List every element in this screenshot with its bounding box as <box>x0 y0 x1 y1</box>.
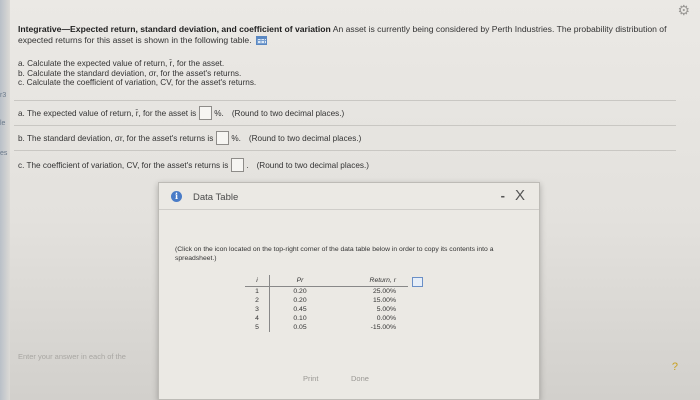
question-c-unit: . <box>246 160 249 170</box>
table-row: 3 0.45 5.00% <box>245 305 408 314</box>
minimize-button[interactable]: - <box>501 188 505 203</box>
question-a-hint: (Round to two decimal places.) <box>231 108 345 118</box>
divider <box>14 100 676 101</box>
cell-return: 25.00% <box>372 288 396 295</box>
divider <box>14 150 676 151</box>
cell-return: 0.00% <box>376 315 396 322</box>
cell-index: 2 <box>245 296 270 305</box>
screen: r3 le es ⚙ Integrative—Expected return, … <box>0 0 700 400</box>
table-row: 2 0.20 15.00% <box>245 296 408 305</box>
question-b-hint: (Round to two decimal places.) <box>248 133 362 143</box>
question-a-label: a. The expected value of return, r̄, for… <box>18 108 197 118</box>
info-icon: i <box>171 191 182 202</box>
cell-probability: 0.05 <box>293 324 307 331</box>
question-a-row: a. The expected value of return, r̄, for… <box>18 106 344 120</box>
dialog-instructions: (Click on the icon located on the top-ri… <box>175 246 494 262</box>
left-edge-strip: r3 le es <box>0 0 10 400</box>
edge-mark: es <box>0 150 8 157</box>
print-button[interactable]: Print <box>303 374 318 383</box>
enter-answer-note: Enter your answer in each of the <box>18 352 126 361</box>
task-list: a. Calculate the expected value of retur… <box>18 59 256 88</box>
question-c-label: c. The coefficient of variation, CV, for… <box>18 160 229 170</box>
question-c-hint: (Round to two decimal places.) <box>256 160 369 170</box>
edge-mark: le <box>0 120 6 127</box>
data-table: i Pr Return, r 1 0.20 25.00% 2 0.20 15.0… <box>245 275 408 332</box>
cell-probability: 0.20 <box>293 288 307 295</box>
help-icon[interactable]: ? <box>672 361 678 373</box>
question-b-row: b. The standard deviation, σr, for the a… <box>18 131 361 145</box>
cell-probability: 0.10 <box>293 315 307 322</box>
cell-probability: 0.20 <box>293 297 307 304</box>
task-b: b. Calculate the standard deviation, σr,… <box>18 68 242 78</box>
answer-b-input[interactable] <box>216 131 230 145</box>
answer-c-input[interactable] <box>231 158 245 172</box>
data-table-dialog: i Data Table - X (Click on the icon loca… <box>158 182 540 400</box>
question-title-bold: Integrative—Expected return, standard de… <box>18 24 331 34</box>
divider <box>14 125 676 126</box>
edge-mark: r3 <box>0 92 7 99</box>
column-header-return: Return, r <box>330 275 408 287</box>
done-button[interactable]: Done <box>351 374 369 383</box>
table-icon[interactable] <box>255 36 267 46</box>
question-b-label: b. The standard deviation, σr, for the a… <box>18 133 214 143</box>
table-row: 5 0.05 -15.00% <box>245 323 408 332</box>
dialog-title: Data Table <box>193 192 239 203</box>
question-c-row: c. The coefficient of variation, CV, for… <box>18 158 369 172</box>
table-header-row: i Pr Return, r <box>245 275 408 287</box>
question-title: Integrative—Expected return, standard de… <box>18 24 690 46</box>
question-b-unit: %. <box>231 133 241 143</box>
answer-a-input[interactable] <box>199 106 213 120</box>
question-a-unit: %. <box>214 108 224 118</box>
cell-index: 4 <box>245 314 270 323</box>
cell-return: 15.00% <box>372 297 396 304</box>
table-row: 1 0.20 25.00% <box>245 286 408 296</box>
dialog-header: i Data Table - X <box>159 183 539 210</box>
cell-index: 3 <box>245 305 270 314</box>
cell-return: -15.00% <box>370 324 396 331</box>
cell-index: 1 <box>245 286 270 296</box>
close-button[interactable]: X <box>515 187 525 204</box>
column-header-pr: Pr <box>269 275 330 287</box>
cell-return: 5.00% <box>376 306 396 313</box>
task-c: c. Calculate the coefficient of variatio… <box>18 78 257 88</box>
column-header-i: i <box>245 275 270 287</box>
task-a: a. Calculate the expected value of retur… <box>18 59 225 68</box>
gear-icon[interactable]: ⚙ <box>677 2 690 19</box>
table-row: 4 0.10 0.00% <box>245 314 408 323</box>
cell-index: 5 <box>245 323 270 332</box>
cell-probability: 0.45 <box>293 306 307 313</box>
copy-to-spreadsheet-icon[interactable] <box>412 277 423 287</box>
